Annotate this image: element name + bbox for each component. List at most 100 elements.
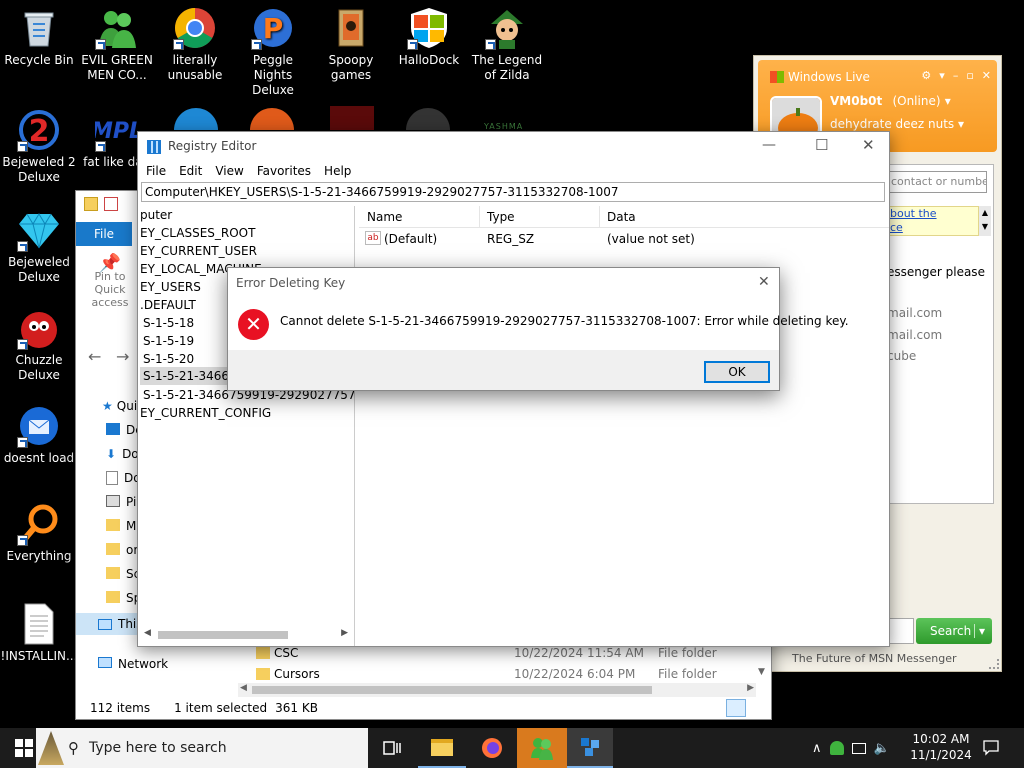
taskbar-regedit[interactable] — [567, 728, 613, 768]
scroll-thumb[interactable] — [252, 686, 652, 694]
clock[interactable]: 10:02 AM 11/1/2024 — [906, 731, 976, 763]
messenger-menu-icon[interactable]: ▾ — [939, 69, 945, 82]
scroll-thumb[interactable] — [158, 631, 288, 639]
column-header-type[interactable]: Type — [487, 210, 515, 224]
search-dropdown-icon[interactable]: ▾ — [974, 624, 985, 638]
taskbar-firefox[interactable] — [468, 728, 516, 768]
info-scrollbar[interactable]: ▲ ▼ — [979, 206, 991, 236]
contact-item[interactable]: mail.com — [887, 306, 942, 320]
nav-item-folder[interactable]: Sc — [106, 567, 140, 581]
desktop-icon-installing[interactable]: !INSTALLIN... — [0, 602, 78, 664]
tree-item-hkcu[interactable]: EY_CURRENT_USER — [140, 244, 257, 258]
contact-item[interactable]: mail.com — [887, 328, 942, 342]
minimize-button[interactable]: — — [762, 137, 776, 153]
desktop-icon-everything[interactable]: Everything — [0, 502, 78, 564]
contact-item[interactable]: cube — [887, 349, 916, 363]
address-bar[interactable]: Computer\HKEY_USERS\S-1-5-21-3466759919-… — [141, 182, 885, 202]
file-list-hscrollbar[interactable]: ◀ ▶ — [238, 683, 756, 697]
desktop-icon-peggle[interactable]: P Peggle Nights Deluxe — [234, 6, 312, 98]
nav-item-documents[interactable]: Do — [106, 471, 141, 485]
ribbon-file-tab[interactable]: File — [76, 222, 132, 246]
info-link-2[interactable]: ce — [890, 221, 978, 235]
messenger-minimize-icon[interactable]: – — [953, 69, 959, 82]
dialog-close-button[interactable]: ✕ — [758, 274, 770, 290]
contact-search-input[interactable]: contact or numbe — [887, 171, 987, 193]
tree-item-selected-sid[interactable]: S-1-5-21-346675 — [140, 367, 244, 385]
taskbar-messenger[interactable] — [517, 728, 567, 768]
column-header-data[interactable]: Data — [607, 210, 636, 224]
desktop-icon-bejeweled-2[interactable]: 2 Bejeweled 2 Deluxe — [0, 108, 78, 185]
tiles-view-button[interactable] — [750, 699, 768, 717]
tree-item-default[interactable]: .DEFAULT — [140, 298, 196, 312]
messenger-tray-icon[interactable] — [829, 741, 844, 755]
column-header-name[interactable]: Name — [367, 210, 402, 224]
personal-message[interactable]: dehydrate deez nuts ▾ — [830, 117, 964, 131]
messenger-tools-icon[interactable]: ⚙ — [921, 69, 931, 82]
search-button[interactable]: Search ▾ — [916, 618, 992, 644]
table-row[interactable]: Cursors 10/22/2024 6:04 PM File folder — [254, 664, 754, 684]
taskbar-file-explorer[interactable] — [418, 728, 466, 768]
desktop-icon-zilda[interactable]: The Legend of Zilda — [468, 6, 546, 83]
tree-item-s-1-5-18[interactable]: S-1-5-18 — [143, 316, 194, 330]
tree-item-s-1-5-20[interactable]: S-1-5-20 — [143, 352, 194, 366]
tree-hscrollbar[interactable]: ◀ ▶ — [140, 628, 352, 642]
menu-favorites[interactable]: Favorites — [257, 164, 311, 178]
scroll-left-icon[interactable]: ◀ — [144, 628, 151, 638]
tree-item-hkcr[interactable]: EY_CLASSES_ROOT — [140, 226, 255, 240]
file-list-vscroll-down[interactable]: ▼ — [758, 667, 765, 677]
task-view-button[interactable] — [368, 728, 416, 768]
messenger-username[interactable]: VM0b0t (Online) ▾ — [830, 94, 951, 108]
menu-file[interactable]: File — [146, 164, 166, 178]
info-bar[interactable]: bout the ce — [887, 206, 979, 236]
column-divider[interactable] — [599, 206, 600, 228]
messenger-maximize-icon[interactable]: ▫ — [966, 69, 973, 82]
back-button[interactable]: ← — [88, 347, 101, 366]
desktop-icon-hallodock[interactable]: HalloDock — [390, 6, 468, 68]
nav-item-pictures[interactable]: Pi — [106, 495, 136, 509]
info-link[interactable]: bout the — [890, 207, 978, 221]
folder-icon[interactable] — [84, 197, 98, 211]
details-view-button[interactable] — [726, 699, 746, 717]
maximize-button[interactable]: ☐ — [815, 136, 828, 154]
desktop-icon-evil-green-men[interactable]: EVIL GREEN MEN CO... — [78, 6, 156, 83]
nav-item-folder[interactable]: M — [106, 519, 136, 533]
search-button-label: Search — [930, 624, 972, 638]
column-divider[interactable] — [479, 206, 480, 228]
nav-item-network[interactable]: Network — [98, 657, 168, 671]
close-button[interactable]: ✕ — [862, 136, 875, 154]
tree-item-hkcc[interactable]: EY_CURRENT_CONFIG — [140, 406, 271, 420]
nav-item-quick-access[interactable]: ★ Qui — [102, 399, 137, 413]
value-row[interactable]: ab (Default) REG_SZ (value not set) — [359, 230, 889, 250]
scroll-right-icon[interactable]: ▶ — [341, 628, 348, 638]
tree-item-hku[interactable]: EY_USERS — [140, 280, 201, 294]
file-date: 10/22/2024 6:04 PM — [514, 667, 636, 681]
messenger-close-icon[interactable]: ✕ — [982, 69, 991, 82]
scroll-left-icon[interactable]: ◀ — [240, 683, 247, 693]
desktop-icon-chrome[interactable]: literally unusable — [156, 6, 234, 83]
scroll-right-icon[interactable]: ▶ — [747, 683, 754, 693]
forward-button[interactable]: → — [116, 347, 129, 366]
nav-item-folder[interactable]: or — [106, 543, 138, 557]
show-hidden-icons-icon[interactable]: ∧ — [812, 741, 822, 756]
volume-icon[interactable]: 🔈 — [874, 741, 890, 756]
desktop-icon-chuzzle[interactable]: Chuzzle Deluxe — [0, 306, 78, 383]
desktop-icon-doesnt-load[interactable]: doesnt load — [0, 404, 78, 466]
desktop-icon-bejeweled[interactable]: Bejeweled Deluxe — [0, 208, 78, 285]
properties-icon[interactable] — [104, 197, 118, 211]
desktop-icon-spoopy-games[interactable]: Spoopy games — [312, 6, 390, 83]
tree-item-computer[interactable]: puter — [140, 208, 172, 222]
menu-edit[interactable]: Edit — [179, 164, 202, 178]
desktop-icon-recycle-bin[interactable]: Recycle Bin — [0, 6, 78, 68]
menu-view[interactable]: View — [215, 164, 243, 178]
ok-button[interactable]: OK — [704, 361, 770, 383]
taskbar-search-box[interactable]: ⚲ Type here to search — [36, 728, 368, 768]
pin-quick-access-button[interactable]: 📌 Pin to Quick access — [80, 255, 140, 310]
nav-item-folder[interactable]: Sp — [106, 591, 141, 605]
nav-item-this-pc[interactable]: This — [76, 613, 146, 635]
tree-item-s-1-5-19[interactable]: S-1-5-19 — [143, 334, 194, 348]
menu-help[interactable]: Help — [324, 164, 351, 178]
nav-item-downloads[interactable]: ⬇ Do — [106, 447, 139, 461]
network-tray-icon[interactable] — [851, 742, 866, 754]
notification-center-button[interactable] — [968, 728, 1014, 768]
resize-grip-icon[interactable] — [989, 659, 999, 669]
